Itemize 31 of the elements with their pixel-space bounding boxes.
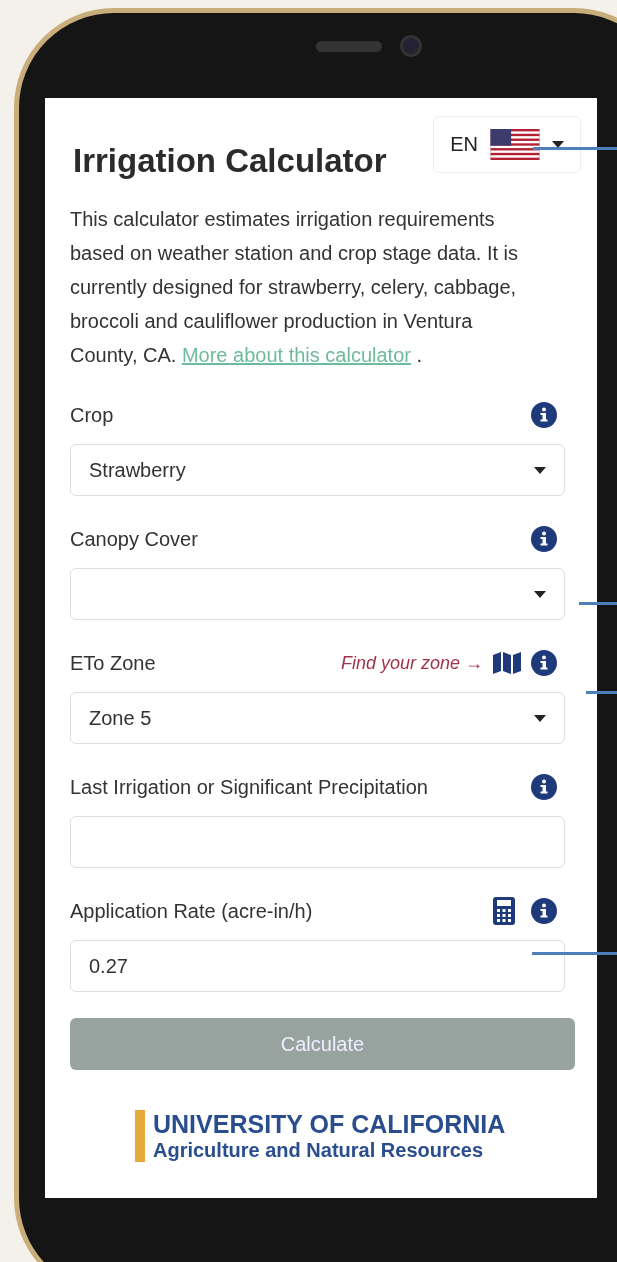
info-icon[interactable] <box>531 774 557 800</box>
dropdown[interactable]: Strawberry <box>70 444 565 496</box>
intro-paragraph: This calculator estimates irrigation requirements based on weather station and crop stage data. It is currently designed for strawberry, celery, cabbage, broccoli and cauliflower production in Ventura County, CA. More about this calculator . <box>70 207 520 368</box>
field-label: Last Irrigation or Significant Precipitation <box>70 775 428 799</box>
language-selector[interactable]: EN <box>433 116 581 173</box>
info-icon[interactable] <box>531 402 557 428</box>
speaker-icon <box>316 40 382 52</box>
leader-line <box>586 691 617 694</box>
page-title: Irrigation Calculator <box>73 142 387 180</box>
flag-icon <box>490 129 540 160</box>
info-icon[interactable] <box>531 650 557 676</box>
info-icon[interactable] <box>531 898 557 924</box>
caret-icon <box>534 590 546 598</box>
field-label: Application Rate (acre-in/h) <box>70 899 313 923</box>
camera-icon <box>400 35 422 57</box>
logo-subtitle: Agriculture and Natural Resources <box>153 1138 485 1162</box>
info-icon[interactable] <box>531 526 557 552</box>
caret-icon <box>534 714 546 722</box>
input-field[interactable] <box>70 816 565 868</box>
field-label: Crop <box>70 403 114 427</box>
input-field[interactable]: 0.27 <box>70 940 565 992</box>
calculator-icon[interactable] <box>493 897 515 925</box>
field-label: ETo Zone <box>70 651 156 675</box>
leader-line <box>579 602 617 605</box>
field-label: Canopy Cover <box>70 527 198 551</box>
dropdown[interactable]: Zone 5 <box>70 692 565 744</box>
caret-icon <box>534 466 546 474</box>
find-zone-link[interactable]: Find your zone → <box>340 652 483 674</box>
map-icon[interactable] <box>493 652 521 674</box>
logo-bar <box>135 1110 145 1162</box>
logo-title: UNIVERSITY OF CALIFORNIA <box>153 1110 506 1138</box>
